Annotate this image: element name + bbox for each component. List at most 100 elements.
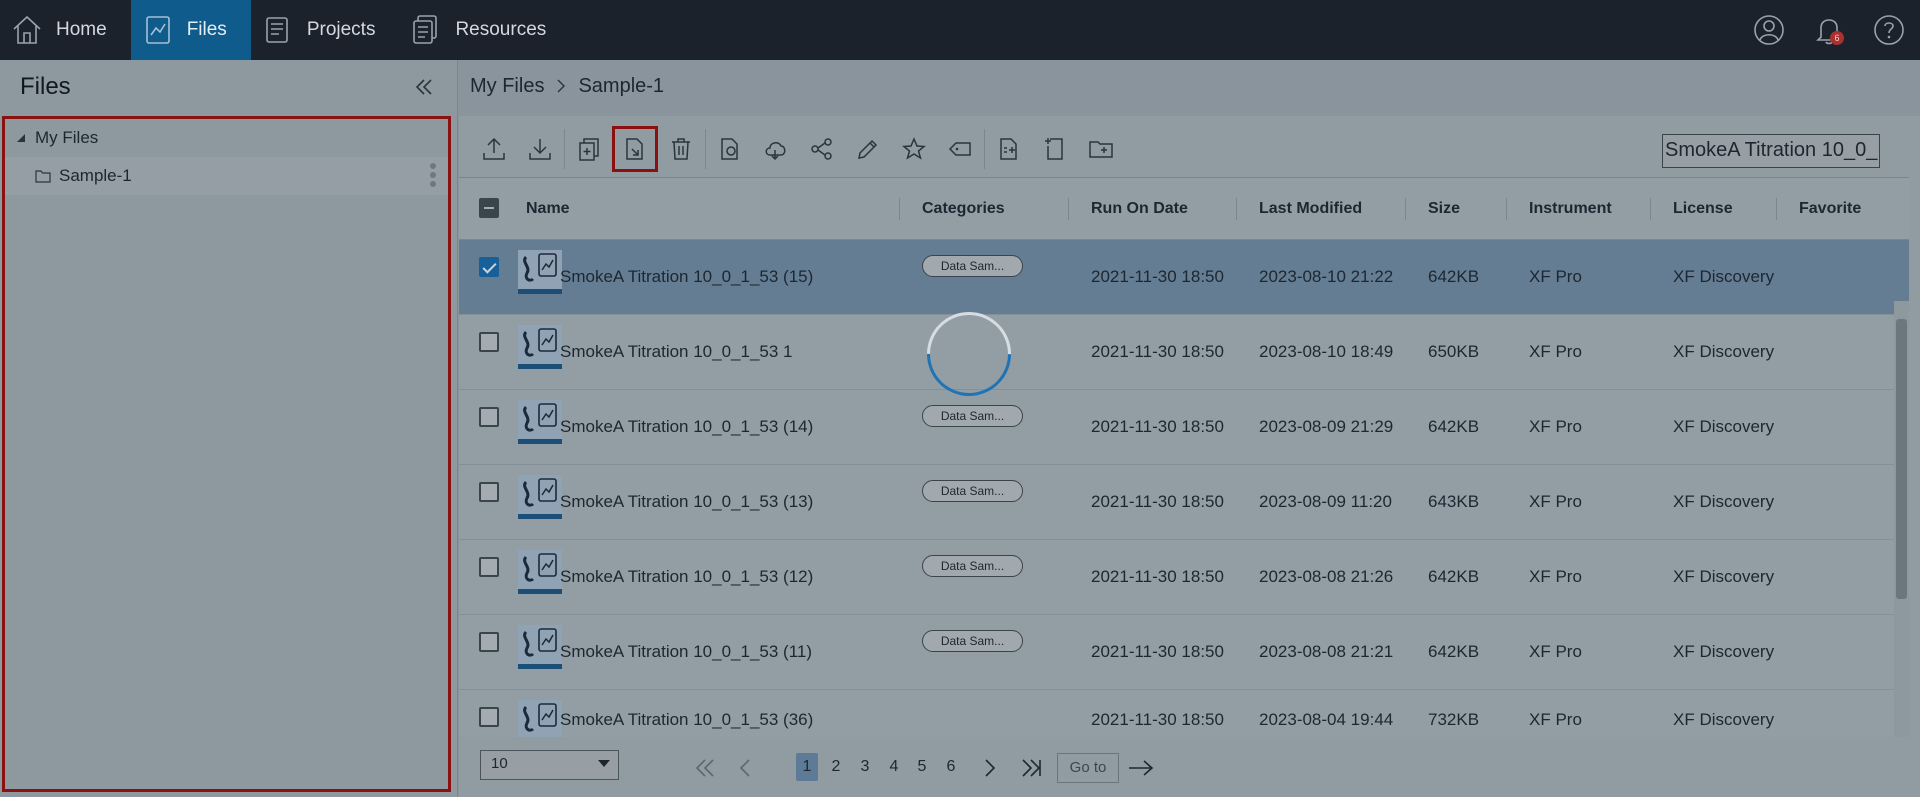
nav-home[interactable]: Home bbox=[0, 0, 131, 60]
xf-data-file-icon bbox=[518, 400, 562, 444]
pencil-icon bbox=[858, 139, 878, 159]
nav-resources[interactable]: Resources bbox=[399, 0, 570, 60]
row-checkbox[interactable] bbox=[479, 407, 499, 427]
column-header-name[interactable]: Name bbox=[526, 200, 570, 218]
run-on-date: 2021-11-30 18:50 bbox=[1091, 267, 1224, 286]
first-page-icon[interactable] bbox=[694, 758, 716, 778]
new-file-button[interactable] bbox=[1032, 126, 1078, 172]
file-name[interactable]: SmokeA Titration 10_0_1_53 (15) bbox=[560, 267, 813, 287]
file-name[interactable]: SmokeA Titration 10_0_1_53 (11) bbox=[560, 642, 812, 662]
column-header-last-modified[interactable]: Last Modified bbox=[1259, 200, 1362, 218]
page-size-select[interactable]: 10 bbox=[480, 750, 619, 780]
upload-button[interactable] bbox=[471, 126, 517, 172]
column-header-size[interactable]: Size bbox=[1428, 200, 1460, 218]
tag-button[interactable] bbox=[937, 126, 983, 172]
user-account-icon[interactable] bbox=[1752, 13, 1786, 47]
notifications-bell-icon[interactable]: 6 bbox=[1812, 13, 1846, 47]
column-header-favorite[interactable]: Favorite bbox=[1799, 200, 1861, 218]
rename-button[interactable] bbox=[845, 126, 891, 172]
last-page-icon[interactable] bbox=[1020, 758, 1042, 778]
row-checkbox[interactable] bbox=[479, 482, 499, 502]
last-modified: 2023-08-04 19:44 bbox=[1259, 710, 1394, 729]
nav-files-label: Files bbox=[186, 19, 227, 40]
column-header-license[interactable]: License bbox=[1673, 200, 1733, 218]
file-size: 642KB bbox=[1428, 417, 1480, 436]
page-number[interactable]: 5 bbox=[911, 753, 933, 781]
page-size-value: 10 bbox=[491, 755, 508, 772]
run-on-date: 2021-11-30 18:50 bbox=[1091, 710, 1224, 729]
goto-page-input[interactable]: Go to bbox=[1057, 753, 1119, 783]
row-checkbox[interactable] bbox=[479, 557, 499, 577]
category-tag[interactable]: Data Sam... bbox=[922, 480, 1023, 502]
row-checkbox[interactable] bbox=[479, 632, 499, 652]
chevron-down-icon bbox=[598, 760, 610, 767]
tree-item-sample-1[interactable]: Sample-1 bbox=[5, 157, 448, 195]
file-name[interactable]: SmokeA Titration 10_0_1_53 (12) bbox=[560, 567, 813, 587]
column-header-instrument[interactable]: Instrument bbox=[1529, 200, 1612, 218]
page-number-current[interactable]: 1 bbox=[796, 753, 818, 781]
page-number[interactable]: 2 bbox=[825, 753, 847, 781]
previous-page-icon[interactable] bbox=[738, 758, 752, 778]
table-row[interactable]: SmokeA Titration 10_0_1_53 (15) Data Sam… bbox=[459, 240, 1909, 315]
file-info-button[interactable] bbox=[707, 126, 753, 172]
row-checkbox[interactable] bbox=[479, 707, 499, 727]
new-folder-button[interactable] bbox=[1078, 126, 1124, 172]
delete-button[interactable] bbox=[658, 126, 704, 172]
page-number[interactable]: 4 bbox=[883, 753, 905, 781]
last-modified: 2023-08-09 11:20 bbox=[1259, 492, 1392, 511]
page-number[interactable]: 3 bbox=[854, 753, 876, 781]
projects-icon bbox=[266, 17, 288, 43]
table-scrollbar[interactable] bbox=[1894, 301, 1909, 737]
row-checkbox[interactable] bbox=[479, 332, 499, 352]
file-name[interactable]: SmokeA Titration 10_0_1_53 (13) bbox=[560, 492, 813, 512]
scrollbar-thumb[interactable] bbox=[1896, 319, 1907, 599]
folder-icon bbox=[35, 170, 51, 183]
download-icon bbox=[529, 139, 551, 160]
more-options-icon[interactable] bbox=[430, 163, 436, 191]
xf-data-file-icon bbox=[518, 700, 562, 737]
file-size: 650KB bbox=[1428, 342, 1480, 361]
nav-files[interactable]: Files bbox=[130, 0, 251, 60]
file-name[interactable]: SmokeA Titration 10_0_1_53 1 bbox=[560, 342, 793, 362]
next-page-icon[interactable] bbox=[983, 758, 997, 778]
cloud-sync-button[interactable] bbox=[753, 126, 799, 172]
tree-item-my-files[interactable]: My Files bbox=[5, 119, 448, 157]
file-name[interactable]: SmokeA Titration 10_0_1_53 (36) bbox=[560, 710, 813, 730]
nav-utilities: 6 bbox=[1752, 0, 1920, 60]
breadcrumb-my-files[interactable]: My Files bbox=[470, 75, 544, 98]
category-tag[interactable]: Data Sam... bbox=[922, 555, 1023, 577]
toolbar-divider bbox=[705, 129, 706, 169]
table-row[interactable]: SmokeA Titration 10_0_1_53 (13) Data Sam… bbox=[459, 465, 1909, 540]
column-header-categories[interactable]: Categories bbox=[922, 200, 1005, 218]
table-row[interactable]: SmokeA Titration 10_0_1_53 1 2021-11-30 … bbox=[459, 315, 1909, 390]
file-size: 642KB bbox=[1428, 267, 1480, 286]
download-button[interactable] bbox=[517, 126, 563, 172]
expand-triangle-icon[interactable] bbox=[15, 132, 27, 144]
xf-data-file-icon bbox=[518, 325, 562, 369]
favorite-button[interactable] bbox=[891, 126, 937, 172]
page-number[interactable]: 6 bbox=[940, 753, 962, 781]
table-row[interactable]: SmokeA Titration 10_0_1_53 (36) 2021-11-… bbox=[459, 690, 1909, 737]
move-file-button[interactable] bbox=[612, 126, 658, 172]
table-row[interactable]: SmokeA Titration 10_0_1_53 (14) Data Sam… bbox=[459, 390, 1909, 465]
license: XF Discovery bbox=[1673, 342, 1775, 361]
copy-file-button[interactable] bbox=[566, 126, 612, 172]
nav-projects[interactable]: Projects bbox=[251, 0, 400, 60]
arrow-right-icon[interactable] bbox=[1127, 759, 1155, 777]
search-input[interactable]: SmokeA Titration 10_0_ bbox=[1662, 134, 1880, 168]
row-checkbox[interactable] bbox=[479, 257, 499, 277]
category-tag[interactable]: Data Sam... bbox=[922, 255, 1023, 277]
file-name[interactable]: SmokeA Titration 10_0_1_53 (14) bbox=[560, 417, 813, 437]
category-tag[interactable]: Data Sam... bbox=[922, 405, 1023, 427]
share-button[interactable] bbox=[799, 126, 845, 172]
collapse-double-chevron-icon[interactable] bbox=[411, 74, 437, 100]
column-header-run-on-date[interactable]: Run On Date bbox=[1091, 200, 1188, 218]
help-icon[interactable] bbox=[1872, 13, 1906, 47]
category-tag[interactable]: Data Sam... bbox=[922, 630, 1023, 652]
file-list-panel: SmokeA Titration 10_0_ Name Categories R… bbox=[459, 116, 1920, 797]
table-row[interactable]: SmokeA Titration 10_0_1_53 (11) Data Sam… bbox=[459, 615, 1909, 690]
select-all-checkbox[interactable] bbox=[479, 198, 499, 218]
move-file-icon bbox=[626, 138, 643, 160]
table-row[interactable]: SmokeA Titration 10_0_1_53 (12) Data Sam… bbox=[459, 540, 1909, 615]
add-to-project-button[interactable] bbox=[986, 126, 1032, 172]
